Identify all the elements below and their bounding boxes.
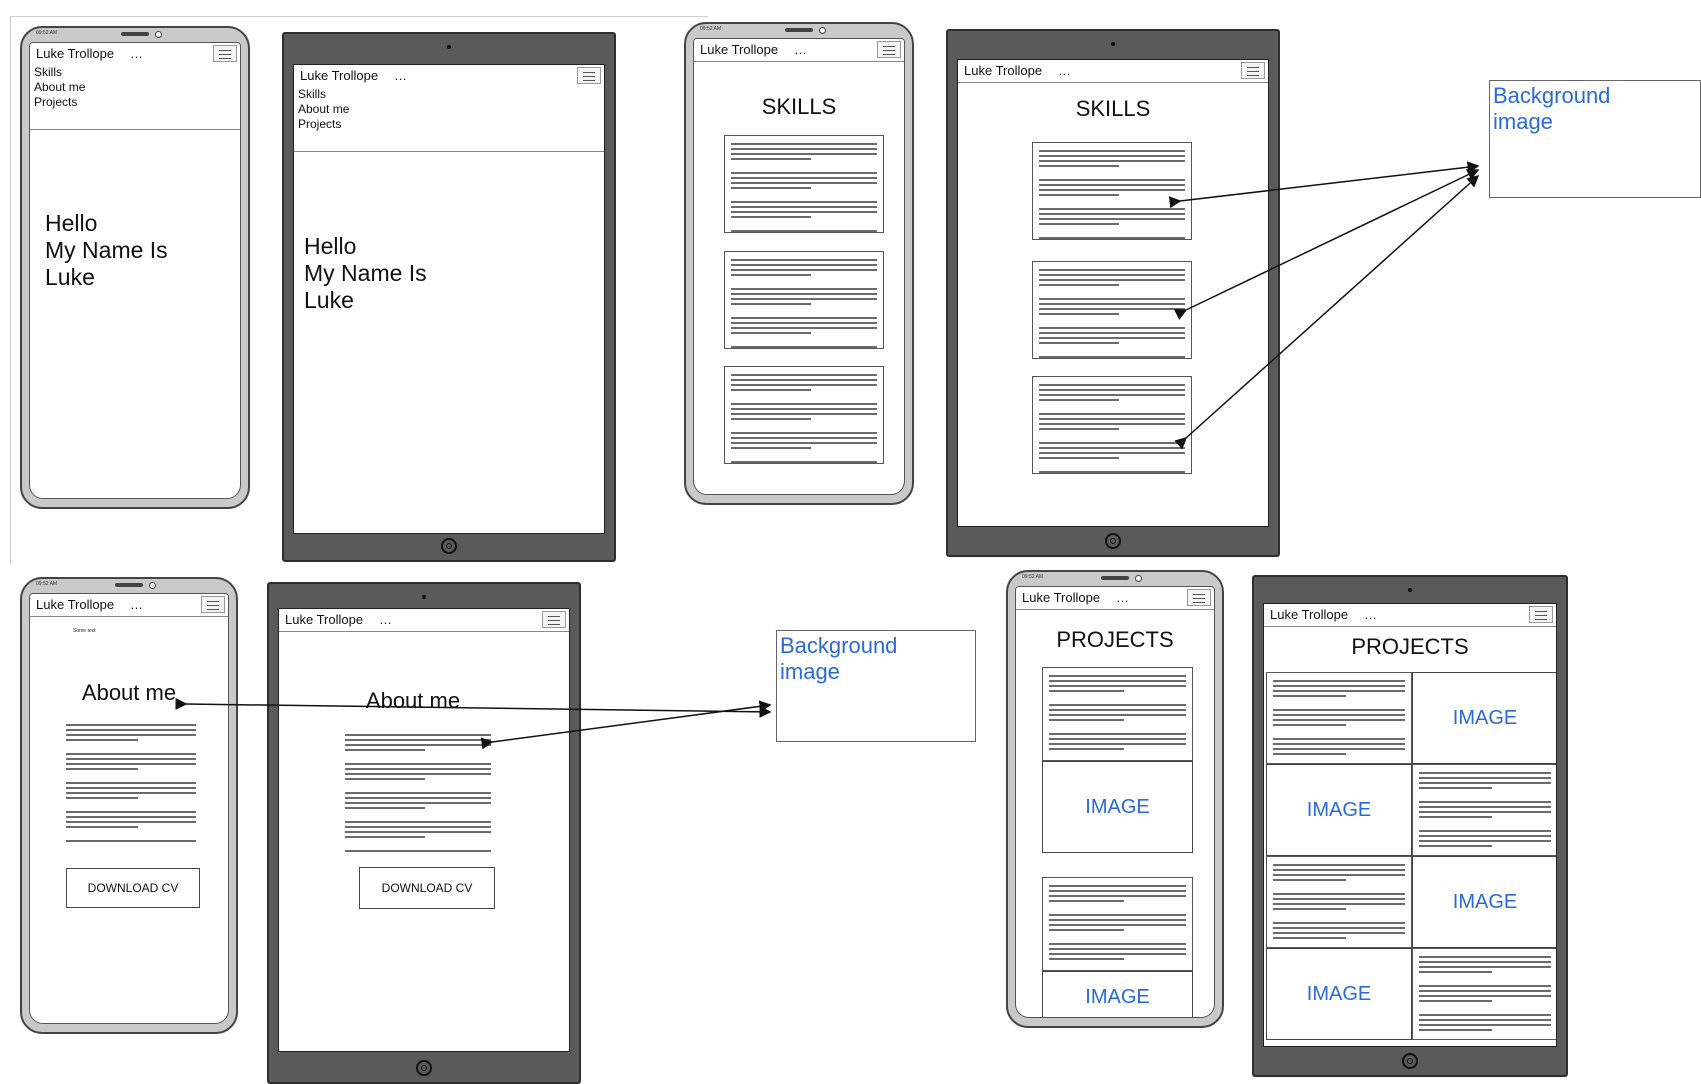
arrow-line [1174, 174, 1480, 450]
arrow-line [175, 697, 772, 718]
annotation-arrows [175, 161, 1480, 750]
arrow-line [1173, 169, 1480, 320]
arrow-line [1168, 161, 1480, 209]
